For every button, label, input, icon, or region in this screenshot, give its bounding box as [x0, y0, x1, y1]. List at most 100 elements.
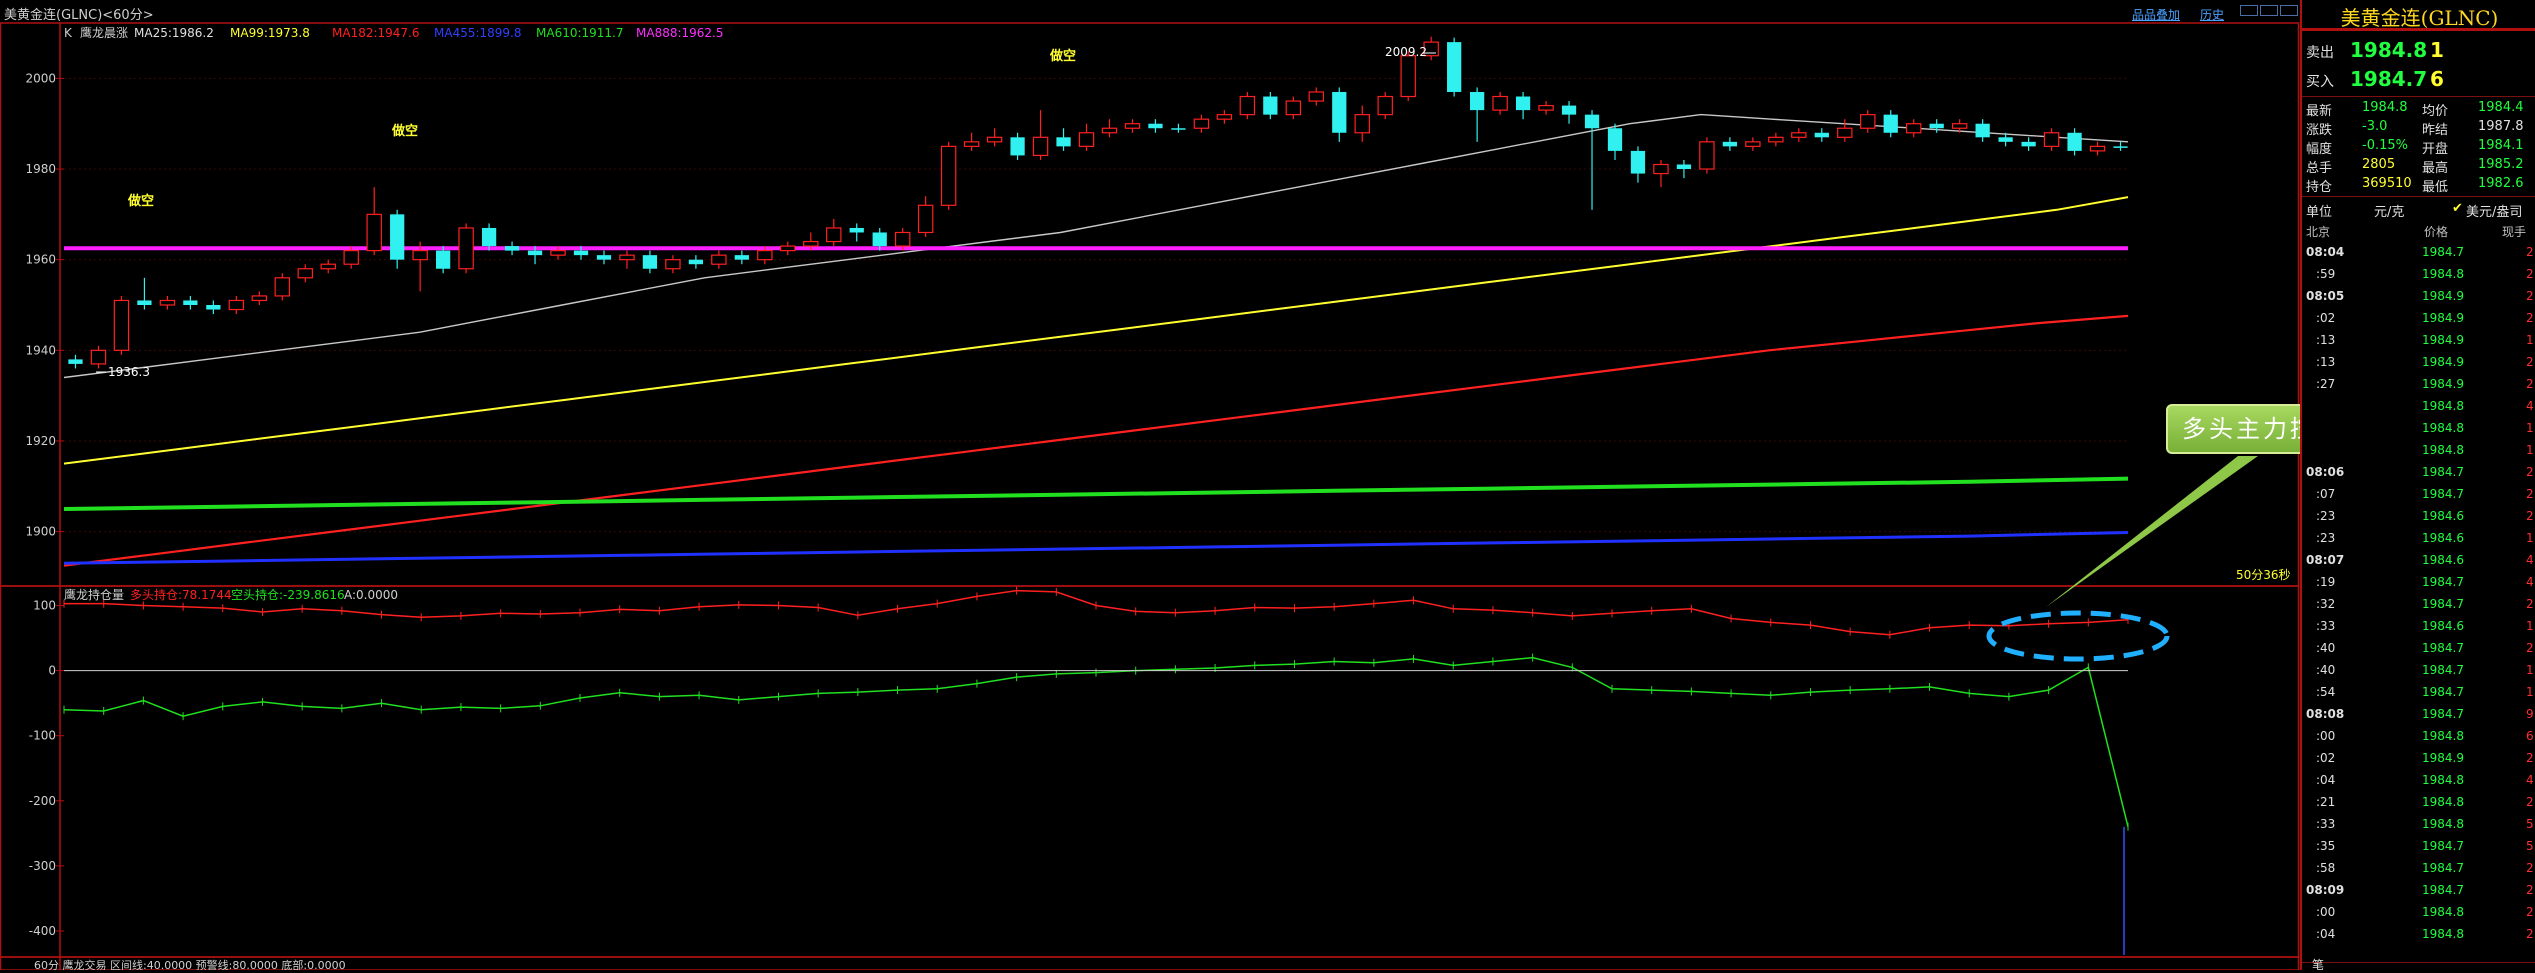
candle-body	[1056, 137, 1071, 147]
ma25-label: MA25:1986.2	[134, 26, 214, 40]
tick-row[interactable]: :23 1984.6 2	[2302, 506, 2535, 528]
tick-row[interactable]: 1984.8 1	[2302, 440, 2535, 462]
candle-body	[917, 204, 934, 234]
tick-volume: 2	[2526, 245, 2534, 259]
candle	[320, 259, 336, 274]
tick-row[interactable]: :13 1984.9 1	[2302, 330, 2535, 352]
tick-row[interactable]: :13 1984.9 2	[2302, 352, 2535, 374]
window-close-icon[interactable]	[2280, 5, 2298, 16]
y-tick-label: 1940	[25, 343, 56, 357]
tick-row[interactable]: :19 1984.7 4	[2302, 572, 2535, 594]
window-restore-icon[interactable]	[2260, 5, 2278, 16]
tick-volume: 4	[2526, 575, 2534, 589]
quote-panel: 美黄金连(GLNC) 卖出 1984.8 1 买入 1984.7 6 最新 198…	[2300, 0, 2535, 972]
candle-body	[1905, 123, 1922, 134]
candle-body	[1239, 95, 1256, 116]
candle	[206, 300, 221, 315]
sell-row[interactable]: 卖出 1984.8 1	[2302, 38, 2535, 62]
stat-value: 1987.8	[2478, 119, 2524, 134]
tick-row[interactable]: :04 1984.8 2	[2302, 924, 2535, 946]
candle	[619, 250, 635, 269]
candle	[1561, 101, 1577, 124]
chart-area[interactable]: 1900 1920 1940 1960 1980 2000 100 0 -100 -200 -30…	[0, 20, 2300, 970]
sell-quantity: 1	[2430, 38, 2444, 62]
tick-row[interactable]: 08:07 1984.6 4	[2302, 550, 2535, 572]
a-value-label: A:0.0000	[344, 588, 398, 602]
candle	[1975, 119, 1990, 142]
candle-body	[1515, 96, 1531, 111]
tick-row[interactable]: 1984.8 4	[2302, 396, 2535, 418]
candle	[596, 250, 612, 265]
tick-row[interactable]: 08:05 1984.9 2	[2302, 286, 2535, 308]
tick-row[interactable]: :04 1984.8 4	[2302, 770, 2535, 792]
tick-row[interactable]: :27 1984.9 2	[2302, 374, 2535, 396]
sell-label: 卖出	[2306, 45, 2334, 61]
candle	[1745, 137, 1761, 151]
window-switch-icon[interactable]	[2240, 5, 2258, 16]
tick-row[interactable]: 08:08 1984.7 9	[2302, 704, 2535, 726]
tick-time: :04	[2316, 773, 2336, 787]
candle	[1101, 119, 1118, 138]
tick-row[interactable]: :40 1984.7 1	[2302, 660, 2535, 682]
candle-body	[1584, 114, 1600, 129]
tick-row[interactable]: :32 1984.7 2	[2302, 594, 2535, 616]
unit-row: 单位 元/克 ✔ 美元/盎司	[2302, 198, 2535, 220]
sub-y-tick-label: -400	[29, 924, 56, 938]
tick-row[interactable]: :00 1984.8 6	[2302, 726, 2535, 748]
tick-row[interactable]: :54 1984.7 1	[2302, 682, 2535, 704]
buy-row[interactable]: 买入 1984.7 6	[2302, 67, 2535, 91]
candle-body	[458, 227, 474, 270]
candle-body	[1929, 123, 1944, 129]
tick-time: :58	[2316, 861, 2336, 875]
ma99-label: MA99:1973.8	[230, 26, 310, 40]
tick-price: 1984.7	[2422, 883, 2464, 897]
tick-row[interactable]: :02 1984.9 2	[2302, 308, 2535, 330]
candle	[1332, 87, 1347, 142]
tick-row[interactable]: :33 1984.6 1	[2302, 616, 2535, 638]
candle	[1354, 105, 1370, 142]
tick-row[interactable]: 08:09 1984.7 2	[2302, 880, 2535, 902]
tick-time: 08:09	[2306, 883, 2345, 897]
candle	[2089, 141, 2106, 156]
tick-row[interactable]: :07 1984.7 2	[2302, 484, 2535, 506]
y-tick-label: 1900	[25, 525, 56, 539]
tick-volume: 4	[2526, 399, 2534, 413]
stat-value: 1985.2	[2478, 157, 2524, 172]
ma888-label: MA888:1962.5	[636, 26, 724, 40]
candle-body	[803, 240, 819, 247]
tick-time: :59	[2316, 267, 2336, 281]
candle	[1285, 96, 1302, 120]
tick-price: 1984.6	[2422, 509, 2464, 523]
tick-row[interactable]: :33 1984.8 5	[2302, 814, 2535, 836]
unit-option[interactable]: 美元/盎司	[2466, 201, 2522, 220]
candle	[1883, 110, 1898, 138]
tick-price: 1984.8	[2422, 795, 2464, 809]
tick-row[interactable]: :40 1984.7 2	[2302, 638, 2535, 660]
stat-value: 1984.1	[2478, 138, 2524, 153]
candle-body	[1308, 91, 1325, 102]
tick-row[interactable]: :02 1984.9 2	[2302, 748, 2535, 770]
tick-row[interactable]: :35 1984.7 5	[2302, 836, 2535, 858]
tick-row[interactable]: 1984.8 1	[2302, 418, 2535, 440]
tick-price: 1984.9	[2422, 751, 2464, 765]
candle-body	[642, 255, 658, 269]
tick-volume: 2	[2526, 289, 2534, 303]
candle-body	[734, 255, 749, 260]
tick-volume: 1	[2526, 531, 2534, 545]
tick-row[interactable]: 08:06 1984.7 2	[2302, 462, 2535, 484]
tick-row[interactable]: :23 1984.6 1	[2302, 528, 2535, 550]
short-position-label: 空头持仓:-239.8616	[231, 587, 345, 602]
tick-row[interactable]: :58 1984.7 2	[2302, 858, 2535, 880]
high-price-label: 2009.2	[1385, 45, 1427, 59]
y-tick-label: 1980	[25, 162, 56, 176]
candle	[963, 132, 980, 151]
ma-line-ma610	[63, 476, 2129, 511]
col-time: 北京	[2306, 225, 2331, 239]
tick-row[interactable]: 08:04 1984.7 2	[2302, 242, 2535, 264]
candle-body	[1791, 132, 1807, 138]
tick-row[interactable]: :59 1984.8 2	[2302, 264, 2535, 286]
checkmark-icon[interactable]: ✔	[2452, 201, 2463, 216]
tick-row[interactable]: :21 1984.8 2	[2302, 792, 2535, 814]
candle	[297, 264, 313, 283]
tick-row[interactable]: :00 1984.8 2	[2302, 902, 2535, 924]
